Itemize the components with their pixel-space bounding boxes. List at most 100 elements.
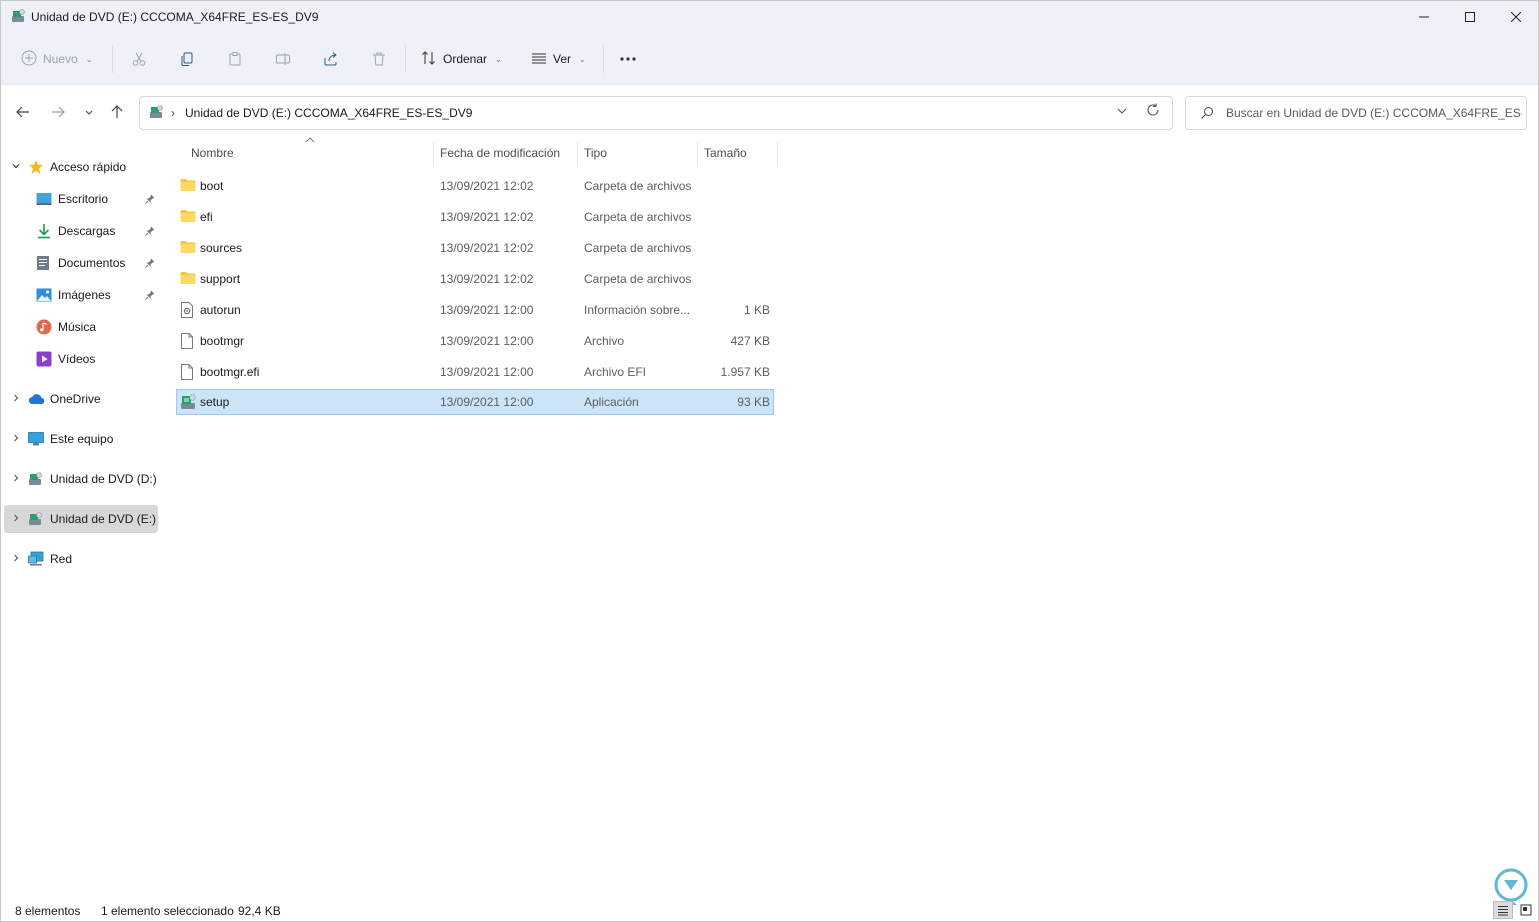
- column-header-modified[interactable]: Fecha de modificación: [440, 141, 576, 165]
- view-label: Ver: [553, 52, 572, 66]
- cut-button[interactable]: [127, 47, 151, 71]
- copy-button[interactable]: [175, 47, 199, 71]
- nav-item-music[interactable]: Música: [4, 313, 158, 341]
- details-view-button[interactable]: [1493, 901, 1513, 919]
- dvd-drive-icon: [11, 9, 25, 23]
- dvd-drive-icon: [28, 472, 50, 486]
- file-type: Archivo EFI: [584, 365, 647, 379]
- search-box[interactable]: [1185, 96, 1527, 130]
- column-header-size[interactable]: Tamaño: [704, 141, 774, 165]
- toolbar-divider: [405, 45, 406, 73]
- forward-button[interactable]: [46, 99, 70, 125]
- new-button[interactable]: Nuevo ⌄: [21, 47, 92, 71]
- file-name: bootmgr.efi: [200, 365, 260, 379]
- chevron-right-icon[interactable]: [4, 513, 28, 526]
- recent-locations-button[interactable]: [77, 99, 101, 125]
- chevron-down-icon[interactable]: [4, 161, 28, 174]
- column-label: Fecha de modificación: [440, 146, 561, 160]
- nav-dvd-d[interactable]: Unidad de DVD (D:): [4, 465, 158, 493]
- column-divider[interactable]: [697, 141, 698, 165]
- nav-label: Vídeos: [58, 352, 96, 366]
- column-divider[interactable]: [577, 141, 578, 165]
- arrow-left-icon: [16, 106, 29, 118]
- file-modified: 13/09/2021 12:02: [440, 241, 534, 255]
- file-row[interactable]: bootmgr.efi 13/09/2021 12:00 Archivo EFI…: [176, 359, 774, 385]
- file-icon: [180, 333, 194, 352]
- file-name: setup: [200, 395, 230, 409]
- search-icon: [1200, 106, 1214, 123]
- nav-item-desktop[interactable]: Escritorio: [4, 185, 158, 213]
- title-bar: Unidad de DVD (E:) CCCOMA_X64FRE_ES-ES_D…: [1, 1, 1538, 33]
- file-modified: 13/09/2021 12:00: [440, 334, 534, 348]
- refresh-button[interactable]: [1146, 103, 1160, 121]
- maximize-button[interactable]: [1447, 1, 1493, 33]
- file-row[interactable]: sources 13/09/2021 12:02 Carpeta de arch…: [176, 235, 774, 261]
- file-row[interactable]: bootmgr 13/09/2021 12:00 Archivo 427 KB: [176, 328, 774, 354]
- dvd-drive-icon: [28, 512, 50, 526]
- column-header-type[interactable]: Tipo: [584, 141, 694, 165]
- computer-icon: [28, 432, 50, 446]
- nav-this-pc[interactable]: Este equipo: [4, 425, 158, 453]
- details-view-icon: [1498, 906, 1508, 916]
- minimize-button[interactable]: [1401, 1, 1447, 33]
- search-input[interactable]: [1226, 104, 1522, 122]
- file-modified: 13/09/2021 12:02: [440, 210, 534, 224]
- nav-item-downloads[interactable]: Descargas: [4, 217, 158, 245]
- up-button[interactable]: [105, 99, 129, 125]
- nav-label: Unidad de DVD (D:): [50, 472, 157, 486]
- cloud-icon: [28, 393, 50, 405]
- file-row[interactable]: efi 13/09/2021 12:02 Carpeta de archivos: [176, 204, 774, 230]
- file-modified: 13/09/2021 12:00: [440, 395, 534, 409]
- file-name: boot: [200, 179, 224, 193]
- nav-onedrive[interactable]: OneDrive: [4, 385, 158, 413]
- nav-dvd-e[interactable]: Unidad de DVD (E:) CCCOMA_X64FRE_ES-ES_D…: [4, 505, 158, 533]
- file-row[interactable]: boot 13/09/2021 12:02 Carpeta de archivo…: [176, 173, 774, 199]
- address-bar[interactable]: › Unidad de DVD (E:) CCCOMA_X64FRE_ES-ES…: [139, 96, 1173, 130]
- dvd-drive-icon: [149, 105, 163, 122]
- nav-item-documents[interactable]: Documentos: [4, 249, 158, 277]
- address-history-button[interactable]: [1116, 105, 1128, 120]
- sort-icon: [421, 50, 437, 69]
- file-size: 1.957 KB: [720, 365, 770, 379]
- view-button[interactable]: Ver ⌄: [531, 47, 586, 71]
- file-modified: 13/09/2021 12:00: [440, 303, 534, 317]
- column-divider[interactable]: [433, 141, 434, 165]
- file-type: Carpeta de archivos: [584, 241, 692, 255]
- videos-icon: [36, 351, 58, 367]
- rename-button[interactable]: [271, 47, 295, 71]
- share-icon: [324, 52, 337, 66]
- folder-icon: [180, 271, 196, 288]
- file-row[interactable]: support 13/09/2021 12:02 Carpeta de arch…: [176, 266, 774, 292]
- nav-network[interactable]: Red: [4, 545, 158, 573]
- column-header-name[interactable]: Nombre: [191, 141, 431, 165]
- nav-label: Imágenes: [58, 288, 111, 302]
- delete-button[interactable]: [367, 47, 391, 71]
- column-divider[interactable]: [777, 141, 778, 165]
- nav-label: Red: [50, 552, 73, 566]
- file-row-selected[interactable]: setup 13/09/2021 12:00 Aplicación 93 KB: [176, 389, 774, 415]
- chevron-right-icon[interactable]: [4, 433, 28, 446]
- nav-item-pictures[interactable]: Imágenes: [4, 281, 158, 309]
- chevron-right-icon[interactable]: [4, 393, 28, 406]
- sort-label: Ordenar: [443, 52, 488, 66]
- breadcrumb[interactable]: Unidad de DVD (E:) CCCOMA_X64FRE_ES-ES_D…: [185, 106, 472, 120]
- nav-label: Escritorio: [58, 192, 109, 206]
- music-icon: [36, 319, 58, 335]
- tiles-view-button[interactable]: [1516, 901, 1536, 919]
- chevron-right-icon[interactable]: [4, 553, 28, 566]
- file-type: Información sobre...: [584, 303, 691, 317]
- status-bar: 8 elementos 1 elemento seleccionado 92,4…: [1, 899, 1538, 921]
- nav-item-videos[interactable]: Vídeos: [4, 345, 158, 373]
- back-button[interactable]: [11, 99, 35, 125]
- share-button[interactable]: [319, 47, 343, 71]
- settings-file-icon: [180, 302, 194, 321]
- file-row[interactable]: autorun 13/09/2021 12:00 Información sob…: [176, 297, 774, 323]
- nav-quick-access[interactable]: Acceso rápido: [4, 153, 158, 181]
- more-options-button[interactable]: [616, 47, 640, 71]
- paste-button[interactable]: [223, 47, 247, 71]
- chevron-right-icon[interactable]: [4, 473, 28, 486]
- copy-icon: [181, 52, 193, 66]
- close-button[interactable]: [1493, 1, 1539, 33]
- sort-button[interactable]: Ordenar ⌄: [421, 47, 502, 71]
- file-size: 1 KB: [743, 303, 770, 317]
